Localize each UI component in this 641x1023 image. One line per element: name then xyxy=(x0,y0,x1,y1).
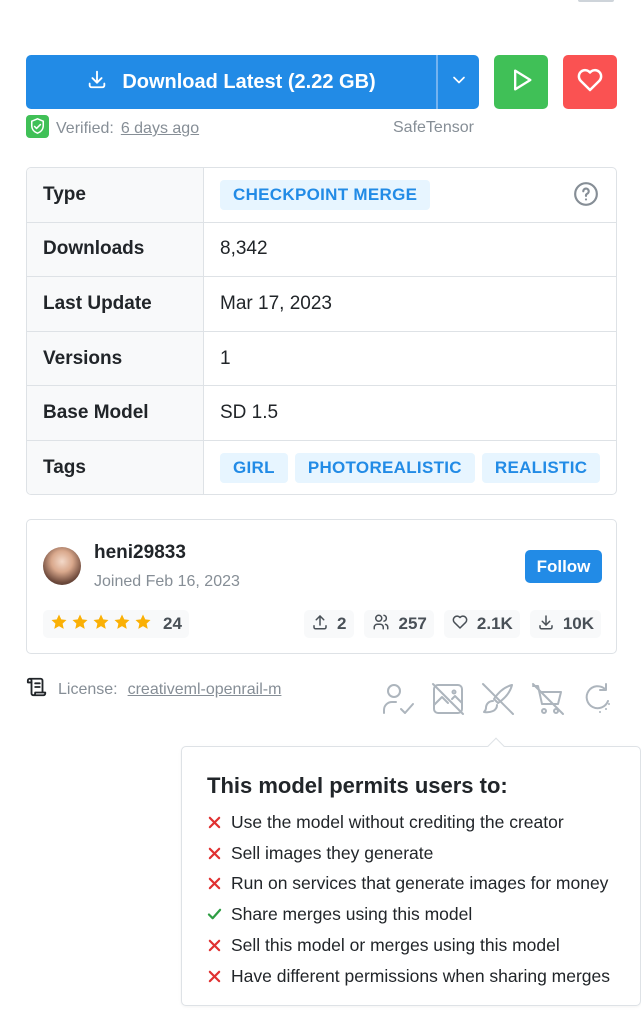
followers-count: 257 xyxy=(398,614,427,633)
permission-text: Have different permissions when sharing … xyxy=(231,965,611,986)
check-icon xyxy=(207,907,222,922)
x-icon xyxy=(207,938,222,953)
permission-text: Sell images they generate xyxy=(231,842,434,863)
details-value: 8,342 xyxy=(220,238,268,260)
avatar[interactable] xyxy=(43,547,81,585)
license-scroll-icon xyxy=(26,676,48,703)
likes-stat: 2.1K xyxy=(443,610,520,638)
permission-item: Sell this model or merges using this mod… xyxy=(207,930,610,961)
details-label: Downloads xyxy=(27,222,204,277)
details-row-last-update: Last Update Mar 17, 2023 xyxy=(27,277,616,332)
heart-icon xyxy=(575,65,605,100)
x-icon xyxy=(207,969,222,984)
run-model-button[interactable] xyxy=(494,55,548,109)
help-circle-icon[interactable] xyxy=(573,181,599,213)
license-info: License: creativeml-openrail-m xyxy=(26,676,281,703)
shield-check-icon xyxy=(26,115,49,143)
details-row-base-model: Base Model SD 1.5 xyxy=(27,386,616,441)
star-icon xyxy=(134,613,152,636)
star-icon xyxy=(50,613,68,636)
verified-status: Verified: 6 days ago xyxy=(26,115,199,143)
permission-icons xyxy=(380,681,616,717)
model-details-table: Type CHECKPOINT MERGE Downloads 8,342 La… xyxy=(26,167,617,495)
tag-badge[interactable]: PHOTOREALISTIC xyxy=(294,453,475,484)
permissions-list: Use the model without crediting the crea… xyxy=(207,807,610,992)
details-value: GIRL PHOTOREALISTIC REALISTIC xyxy=(204,441,616,494)
download-main-area[interactable]: Download Latest (2.22 GB) xyxy=(26,55,436,109)
favorite-button[interactable] xyxy=(563,55,617,109)
permission-text: Sell this model or merges using this mod… xyxy=(231,935,560,956)
file-format-label: SafeTensor xyxy=(393,119,474,136)
details-value: SD 1.5 xyxy=(220,402,279,424)
creator-rating: 24 xyxy=(43,610,189,638)
download-label: Download Latest (2.22 GB) xyxy=(122,70,376,93)
download-latest-button[interactable]: Download Latest (2.22 GB) xyxy=(26,55,479,109)
download-icon xyxy=(537,613,555,636)
permission-text: Share merges using this model xyxy=(231,904,473,925)
creator-card: heni29833 Joined Feb 16, 2023 Follow 24 … xyxy=(26,519,617,654)
details-label: Tags xyxy=(27,440,204,494)
permissions-title: This model permits users to: xyxy=(207,773,508,798)
details-label: Last Update xyxy=(27,277,204,331)
star-icon xyxy=(113,613,131,636)
details-row-type: Type CHECKPOINT MERGE xyxy=(27,168,616,223)
cart-off-icon[interactable] xyxy=(530,681,566,717)
refresh-dots-icon[interactable] xyxy=(580,681,616,717)
user-check-icon[interactable] xyxy=(380,681,416,717)
uploads-stat: 2 xyxy=(304,610,354,638)
verified-prefix: Verified: xyxy=(56,120,114,137)
permission-item: Run on services that generate images for… xyxy=(207,869,610,900)
details-row-downloads: Downloads 8,342 xyxy=(27,222,616,278)
license-prefix: License: xyxy=(58,680,118,698)
permission-item: Share merges using this model xyxy=(207,899,610,930)
details-value: 1 xyxy=(220,347,231,369)
x-icon xyxy=(207,815,222,830)
permission-text: Run on services that generate images for… xyxy=(231,873,609,894)
chevron-down-icon xyxy=(449,70,469,95)
star-icon xyxy=(92,613,110,636)
details-label: Versions xyxy=(27,331,204,386)
creator-stats: 2 257 2.1K 10K xyxy=(304,610,601,638)
verified-date-link[interactable]: 6 days ago xyxy=(121,120,199,138)
followers-stat: 257 xyxy=(363,610,434,638)
downloads-count: 10K xyxy=(562,614,594,633)
rating-count: 24 xyxy=(163,614,182,633)
x-icon xyxy=(207,846,222,861)
star-icon xyxy=(71,613,89,636)
download-icon xyxy=(86,68,108,96)
details-label: Base Model xyxy=(27,386,204,440)
x-icon xyxy=(207,876,222,891)
permission-item: Sell images they generate xyxy=(207,838,610,869)
details-row-tags: Tags GIRL PHOTOREALISTIC REALISTIC xyxy=(27,440,616,494)
creator-joined-date: Joined Feb 16, 2023 xyxy=(94,573,240,590)
photo-off-icon[interactable] xyxy=(430,681,466,717)
details-value: CHECKPOINT MERGE xyxy=(204,168,616,222)
permission-item: Use the model without crediting the crea… xyxy=(207,807,610,838)
top-scroll-indicator xyxy=(578,0,614,2)
brush-off-icon[interactable] xyxy=(480,681,516,717)
details-value: Mar 17, 2023 xyxy=(220,292,332,314)
popover-arrow xyxy=(487,737,505,755)
tag-badge[interactable]: GIRL xyxy=(220,453,288,484)
upload-icon xyxy=(311,613,329,636)
uploads-count: 2 xyxy=(337,614,347,633)
users-icon xyxy=(371,613,391,636)
creator-username[interactable]: heni29833 xyxy=(94,542,186,564)
permissions-popover: This model permits users to: Use the mod… xyxy=(181,737,641,1006)
details-label: Type xyxy=(27,168,204,222)
heart-outline-icon xyxy=(451,613,469,636)
type-badge: CHECKPOINT MERGE xyxy=(220,179,431,210)
follow-button[interactable]: Follow xyxy=(525,550,602,583)
permission-text: Use the model without crediting the crea… xyxy=(231,811,564,832)
permission-item: Have different permissions when sharing … xyxy=(207,961,610,992)
download-options-toggle[interactable] xyxy=(438,55,479,109)
license-link[interactable]: creativeml-openrail-m xyxy=(128,681,282,699)
play-icon xyxy=(507,66,535,99)
tag-badge[interactable]: REALISTIC xyxy=(481,453,601,484)
details-row-versions: Versions 1 xyxy=(27,331,616,387)
downloads-stat: 10K xyxy=(529,610,601,638)
likes-count: 2.1K xyxy=(476,614,513,633)
